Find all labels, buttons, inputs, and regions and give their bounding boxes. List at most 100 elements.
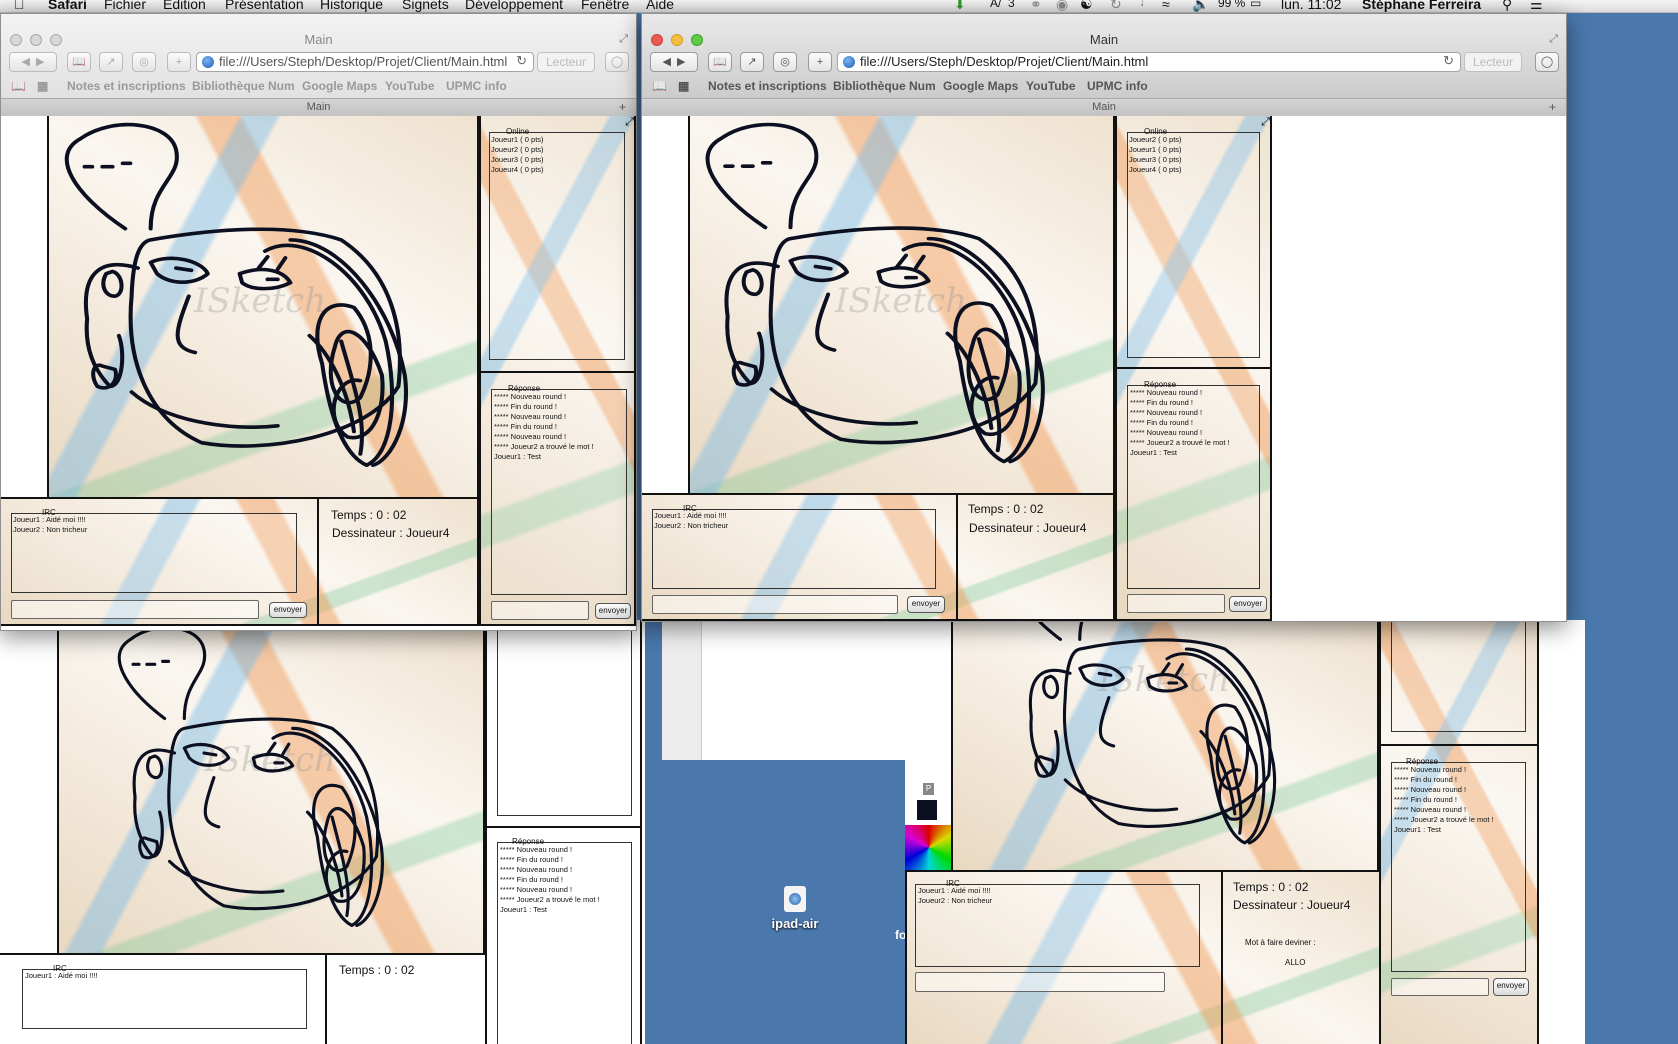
menu-developpement[interactable]: Développement <box>465 0 563 12</box>
top-sites-icon[interactable]: ▦ <box>678 79 689 93</box>
title-bar-2[interactable]: Main ⤢ ◀ ▶ 📖 ↗ ◎ + file:///Users/Steph/D… <box>642 14 1566 116</box>
bookmarks-icon[interactable]: 📖 <box>652 79 667 93</box>
response-list-3: ***** Nouveau round ! ***** Fin du round … <box>500 845 600 914</box>
battery-icon[interactable]: ▭ <box>1250 0 1261 10</box>
sidebar-sliver <box>662 620 702 760</box>
response-input-4[interactable] <box>1391 978 1489 996</box>
bookmark-google-maps[interactable]: Google Maps <box>302 79 377 93</box>
drawer-label-2: Dessinateur : Joueur4 <box>969 521 1087 535</box>
bookmark-upmc[interactable]: UPMC info <box>1087 79 1148 93</box>
download-icon[interactable]: ⬇ <box>954 0 966 12</box>
drawing-canvas-2[interactable]: ISketch <box>688 116 1115 495</box>
drawing-canvas-3[interactable]: ISketch <box>57 620 485 955</box>
send-irc-button-1[interactable]: envoyer <box>269 602 307 618</box>
address-bar[interactable]: file:///Users/Steph/Desktop/Projet/Clien… <box>196 52 534 72</box>
share-icon[interactable]: ↗ <box>740 52 764 72</box>
reading-list-icon[interactable]: 📖 <box>67 52 91 72</box>
response-input-1[interactable] <box>491 601 589 620</box>
add-tab-icon[interactable]: + <box>619 99 626 115</box>
download-progress-icon[interactable]: ◯ <box>605 52 629 72</box>
color-picker[interactable] <box>905 825 953 870</box>
response-list-4: ***** Nouveau round ! ***** Fin du round … <box>1394 765 1494 834</box>
fullscreen-icon[interactable]: ⤢ <box>619 33 628 46</box>
send-irc-button-2[interactable]: envoyer <box>907 596 945 613</box>
new-tab-icon[interactable]: + <box>808 52 832 72</box>
notification-center-icon[interactable]: ☰ <box>1530 0 1543 12</box>
online-panel-3 <box>485 620 642 828</box>
apple-menu-icon[interactable]:  <box>14 0 25 12</box>
browser-window-1[interactable]: Main ⤢ ◀ ▶ 📖 ↗ ◎ + file:///Users/Steph/D… <box>0 13 637 631</box>
menu-aide[interactable]: Aide <box>646 0 674 12</box>
irc-panel-1: IRC Joueur1 : Aidé moi !!!! Joueur2 : Non… <box>1 497 319 626</box>
fullscreen-icon[interactable]: ⤢ <box>1549 33 1558 46</box>
menu-app-safari[interactable]: Safari <box>48 0 87 12</box>
browser-window-2[interactable]: Main ⤢ ◀ ▶ 📖 ↗ ◎ + file:///Users/Steph/D… <box>641 13 1567 622</box>
bookmark-youtube[interactable]: YouTube <box>1026 79 1076 93</box>
reload-icon[interactable]: ↻ <box>1443 53 1454 70</box>
info-panel-4: Temps : 0 : 02 Dessinateur : Joueur4 Mot… <box>1221 870 1381 1044</box>
bookmark-bibliotheque[interactable]: Bibliothèque Num <box>833 79 936 93</box>
send-response-button-1[interactable]: envoyer <box>595 603 631 619</box>
bookmark-youtube[interactable]: YouTube <box>385 79 435 93</box>
share-icon[interactable]: ↗ <box>99 52 123 72</box>
drawing-canvas-4[interactable]: ISketch <box>951 620 1379 872</box>
reload-icon[interactable]: ↻ <box>516 53 527 70</box>
new-tab-icon[interactable]: + <box>167 52 191 72</box>
palette-p-button[interactable]: P <box>923 783 934 795</box>
drawing-canvas-1[interactable]: ISketch <box>47 116 479 499</box>
spotlight-icon[interactable]: ⚲ <box>1502 0 1512 12</box>
stop-icon[interactable]: ◎ <box>132 52 156 72</box>
resize-handle-icon[interactable]: ⤢ <box>1261 116 1270 129</box>
download-progress-icon[interactable]: ◯ <box>1535 52 1559 72</box>
bookmark-google-maps[interactable]: Google Maps <box>943 79 1018 93</box>
bookmark-notes[interactable]: Notes et inscriptions <box>67 79 186 93</box>
reading-list-icon[interactable]: 📖 <box>708 52 732 72</box>
bookmark-upmc[interactable]: UPMC info <box>446 79 507 93</box>
address-bar[interactable]: file:///Users/Steph/Desktop/Projet/Clien… <box>837 52 1461 72</box>
tab-main[interactable]: Main + <box>1 98 636 116</box>
title-bar-1[interactable]: Main ⤢ ◀ ▶ 📖 ↗ ◎ + file:///Users/Steph/D… <box>1 14 636 116</box>
players-box-2: Online Joueur2 ( 0 pts) Joueur1 ( 0 pts) J… <box>1127 127 1260 358</box>
send-response-button-2[interactable]: envoyer <box>1229 596 1267 612</box>
reader-button[interactable]: Lecteur <box>537 52 595 72</box>
resize-handle-icon[interactable]: ⤢ <box>625 116 634 129</box>
wifi-icon[interactable]: ≈ <box>1162 0 1170 12</box>
response-panel-1: Réponse ***** Nouveau round ! ***** Fin d… <box>479 371 636 626</box>
browser-window-3[interactable]: ISketch Réponse ***** Nouveau round ! ***… <box>0 620 645 1044</box>
stop-icon[interactable]: ◎ <box>773 52 797 72</box>
browser-window-4[interactable]: P ISketch Réponse ***** Nouveau round ! *… <box>662 620 1678 1044</box>
back-forward-buttons[interactable]: ◀ ▶ <box>9 52 57 72</box>
creative-cloud-icon[interactable]: ⚭ <box>1030 0 1042 12</box>
bookmarks-icon[interactable]: 📖 <box>11 79 26 93</box>
back-forward-buttons[interactable]: ◀ ▶ <box>650 52 698 72</box>
reader-button[interactable]: Lecteur <box>1464 52 1522 72</box>
top-sites-icon[interactable]: ▦ <box>37 79 48 93</box>
send-response-button-4[interactable]: envoyer <box>1493 978 1529 996</box>
url-text: file:///Users/Steph/Desktop/Projet/Clien… <box>219 54 508 69</box>
menu-presentation[interactable]: Présentation <box>225 0 304 12</box>
add-tab-icon[interactable]: + <box>1549 99 1556 115</box>
volume-icon[interactable]: 🔈 <box>1192 0 1209 12</box>
accessibility-icon[interactable]: ☯ <box>1080 0 1093 12</box>
sync-icon[interactable]: ◉ <box>1056 0 1068 12</box>
irc-input-4[interactable] <box>915 972 1165 992</box>
menu-clock[interactable]: lun. 11:02 <box>1281 0 1341 12</box>
menu-edition[interactable]: Edition <box>163 0 206 12</box>
palette[interactable]: P <box>905 770 953 870</box>
bookmark-bibliotheque[interactable]: Bibliothèque Num <box>192 79 295 93</box>
tab-main[interactable]: Main + <box>642 98 1566 116</box>
bluetooth-icon[interactable]: ᛍ <box>1138 0 1146 12</box>
irc-input-1[interactable] <box>11 600 259 619</box>
color-swatch[interactable] <box>917 800 937 820</box>
menu-user[interactable]: Stéphane Ferreira <box>1362 0 1481 12</box>
bookmark-notes[interactable]: Notes et inscriptions <box>708 79 827 93</box>
adobe-icon[interactable]: A/ <box>990 0 1001 10</box>
response-input-2[interactable] <box>1127 594 1225 613</box>
menu-signets[interactable]: Signets <box>402 0 449 12</box>
menu-fichier[interactable]: Fichier <box>104 0 146 12</box>
irc-input-2[interactable] <box>652 595 898 614</box>
menu-historique[interactable]: Historique <box>320 0 383 12</box>
response-panel-2: Réponse ***** Nouveau round ! ***** Fin d… <box>1115 367 1272 621</box>
time-machine-icon[interactable]: ↻ <box>1110 0 1122 12</box>
menu-fenetre[interactable]: Fenêtre <box>581 0 629 12</box>
